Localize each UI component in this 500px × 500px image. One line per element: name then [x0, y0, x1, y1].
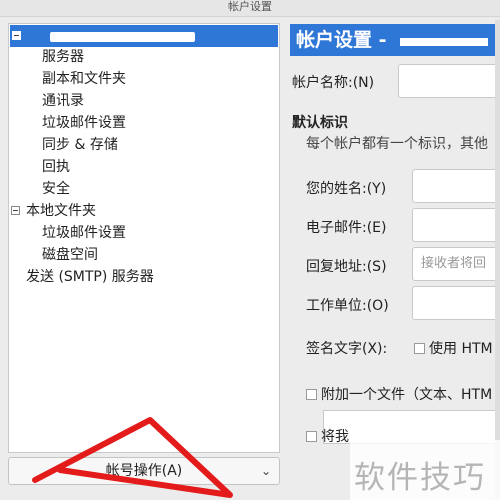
your-name-input[interactable]: [412, 169, 500, 203]
email-input[interactable]: [412, 208, 500, 242]
tree-item-label: 副本和文件夹: [42, 71, 126, 87]
account-tree[interactable]: 服务器 副本和文件夹 通讯录 垃圾邮件设置 同步 & 存储 回执 安全 本地文件…: [8, 23, 280, 453]
tree-item-label: 回执: [42, 159, 70, 175]
tree-item-label: 同步 & 存储: [42, 137, 118, 153]
attach-file-label: 附加一个文件（文本、HTM: [321, 387, 493, 403]
collapse-icon[interactable]: [12, 31, 21, 40]
page-header: 帐户设置 -: [290, 24, 500, 56]
vcard-label: 将我: [321, 429, 349, 445]
attach-file-option[interactable]: 附加一个文件（文本、HTM: [306, 384, 492, 404]
tree-item-label: 发送 (SMTP) 服务器: [26, 269, 154, 285]
account-actions-button[interactable]: 帐号操作(A) ⌄: [8, 457, 280, 485]
use-html-option[interactable]: 使用 HTM: [414, 338, 493, 358]
tree-item-label: 磁盘空间: [42, 247, 98, 263]
tree-local-folders-label: 本地文件夹: [26, 203, 96, 219]
chevron-down-icon: ⌄: [260, 464, 271, 478]
tree-item-label: 通讯录: [42, 93, 84, 109]
tree-item-security[interactable]: 安全: [42, 178, 70, 200]
tree-item-disk-space[interactable]: 磁盘空间: [42, 244, 98, 266]
account-actions-label: 帐号操作(A): [105, 463, 183, 479]
vcard-checkbox[interactable]: [306, 431, 317, 442]
redacted-account-name: [50, 32, 195, 42]
identity-hint: 每个帐户都有一个标识，其他: [306, 136, 488, 152]
tree-item-server[interactable]: 服务器: [42, 46, 84, 68]
account-name-input[interactable]: [398, 64, 500, 98]
tree-item-label: 服务器: [42, 49, 84, 65]
tree-item-label: 垃圾邮件设置: [42, 225, 126, 241]
tree-item-address-book[interactable]: 通讯录: [42, 90, 84, 112]
redacted-account-title: [400, 38, 488, 46]
tree-item-label: 安全: [42, 181, 70, 197]
watermark-text: 软件技巧: [354, 460, 486, 496]
tree-item-label: 垃圾邮件设置: [42, 115, 126, 131]
settings-panel: 帐户设置 - 帐户名称:(N) 默认标识 每个帐户都有一个标识，其他 您的姓名:…: [286, 20, 500, 500]
signature-label: 签名文字(X):: [306, 341, 388, 357]
use-html-label: 使用 HTM: [429, 341, 493, 357]
vcard-option[interactable]: 将我: [306, 426, 349, 446]
your-name-label: 您的姓名:(Y): [306, 181, 387, 197]
collapse-icon[interactable]: [11, 206, 20, 215]
tree-item-receipts[interactable]: 回执: [42, 156, 70, 178]
window-title: 帐户设置: [0, 0, 500, 17]
tree-item-junk-settings[interactable]: 垃圾邮件设置: [42, 112, 126, 134]
vertical-scrollbar[interactable]: [495, 20, 500, 500]
default-identity-heading: 默认标识: [292, 115, 348, 131]
tree-item-copies-folders[interactable]: 副本和文件夹: [42, 68, 126, 90]
account-name-label: 帐户名称:(N): [292, 75, 375, 91]
tree-item-local-junk[interactable]: 垃圾邮件设置: [42, 222, 126, 244]
tree-item-sync-storage[interactable]: 同步 & 存储: [42, 134, 118, 156]
reply-to-input[interactable]: 接收者将回: [412, 247, 500, 281]
use-html-checkbox[interactable]: [414, 343, 425, 354]
tree-account-root[interactable]: [10, 25, 278, 47]
page-title: 帐户设置 -: [296, 29, 387, 51]
attach-file-checkbox[interactable]: [306, 389, 317, 400]
reply-to-label: 回复地址:(S): [306, 259, 387, 275]
tree-item-smtp[interactable]: 发送 (SMTP) 服务器: [26, 266, 154, 288]
email-label: 电子邮件:(E): [306, 220, 387, 236]
attachment-path-input[interactable]: [323, 410, 500, 444]
watermark: 软件技巧: [350, 440, 500, 500]
organization-label: 工作单位:(O): [306, 298, 389, 314]
organization-input[interactable]: [412, 286, 500, 320]
